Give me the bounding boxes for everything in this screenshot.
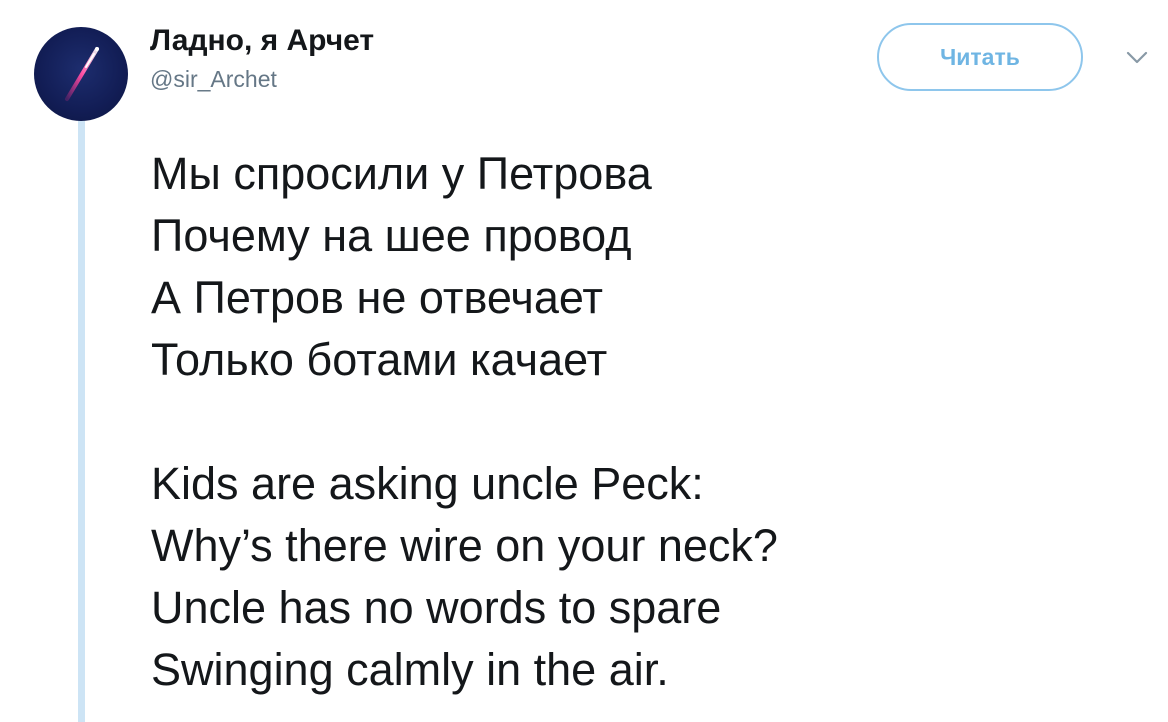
tweet-text: Мы спросили у Петрова Почему на шее пров…	[151, 143, 778, 701]
avatar[interactable]	[34, 27, 128, 121]
stanza-english: Kids are asking uncle Peck: Why’s there …	[151, 453, 778, 701]
follow-button[interactable]: Читать	[877, 23, 1083, 91]
stanza-russian: Мы спросили у Петрова Почему на шее пров…	[151, 143, 778, 391]
author-display-name[interactable]: Ладно, я Арчет	[150, 24, 374, 58]
tweet-line: Uncle has no words to spare	[151, 582, 722, 633]
thread-line	[78, 118, 85, 722]
chevron-down-icon[interactable]	[1125, 50, 1149, 66]
tweet-line: А Петров не отвечает	[151, 272, 604, 323]
author-handle[interactable]: @sir_Archet	[150, 66, 277, 93]
tweet-line: Why’s there wire on your neck?	[151, 520, 778, 571]
tweet: Ладно, я Арчет @sir_Archet Читать Мы спр…	[0, 0, 1168, 722]
tweet-line: Почему на шее провод	[151, 210, 632, 261]
tweet-line: Только ботами качает	[151, 334, 608, 385]
tweet-line: Kids are asking uncle Peck:	[151, 458, 704, 509]
tweet-line: Swinging calmly in the air.	[151, 644, 669, 695]
tweet-line: Мы спросили у Петрова	[151, 148, 652, 199]
rocket-streak-icon	[65, 47, 99, 101]
